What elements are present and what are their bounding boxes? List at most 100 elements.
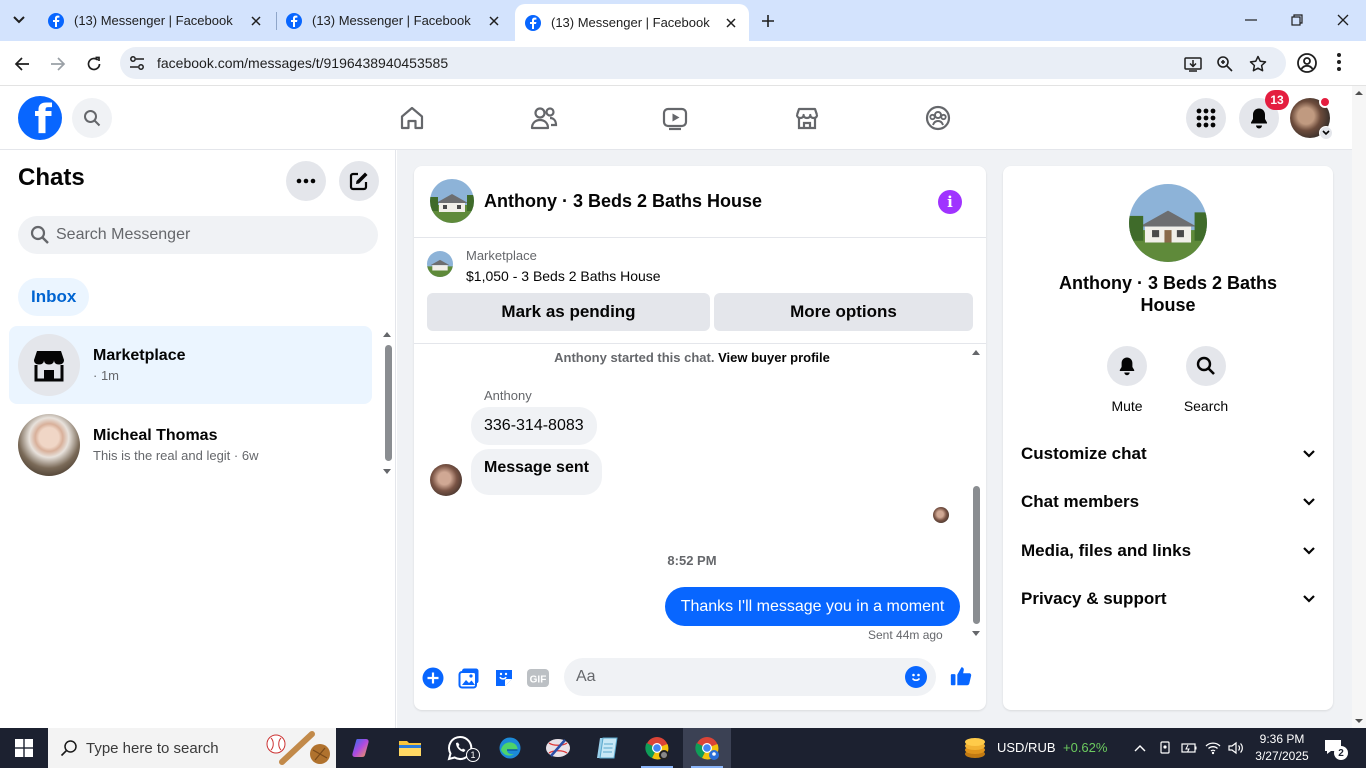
battery-plug-icon[interactable] <box>1181 740 1197 756</box>
new-tab-button[interactable] <box>756 9 780 33</box>
message-bubble-incoming[interactable]: Message sent <box>471 449 602 495</box>
gif-icon[interactable]: GIF <box>526 666 550 690</box>
facebook-logo[interactable]: f <box>18 96 62 140</box>
account-status-dot <box>1319 96 1331 108</box>
chats-heading: Chats <box>18 164 85 191</box>
nav-friends[interactable] <box>528 102 560 134</box>
bookmark-star-icon[interactable] <box>1248 54 1268 74</box>
browser-tab-2[interactable]: (13) Messenger | Facebook <box>276 0 512 41</box>
close-icon[interactable] <box>248 13 264 29</box>
start-button[interactable] <box>0 728 48 768</box>
system-clock[interactable]: 9:36 PM 3/27/2025 <box>1254 731 1310 765</box>
search-action[interactable]: Search <box>1176 346 1236 414</box>
message-bubble-outgoing[interactable]: Thanks I'll message you in a moment <box>665 587 960 626</box>
message-bubble-incoming[interactable]: 336-314-8083 <box>471 407 597 445</box>
site-settings-icon[interactable] <box>128 54 146 72</box>
taskbar-chrome[interactable] <box>633 728 681 768</box>
browser-menu-button[interactable] <box>1336 52 1342 72</box>
sender-avatar[interactable] <box>430 464 462 496</box>
minimize-button[interactable] <box>1228 0 1274 40</box>
chevron-down-icon <box>1303 498 1315 506</box>
taskbar-chrome-profile-2[interactable] <box>683 728 731 768</box>
wifi-icon[interactable] <box>1205 740 1221 756</box>
scroll-up-arrow-icon <box>1355 91 1363 95</box>
chat-list-scroll-thumb[interactable] <box>385 345 392 461</box>
view-buyer-profile-link[interactable]: View buyer profile <box>718 350 830 365</box>
taskbar-search-input[interactable] <box>86 728 266 768</box>
nav-video[interactable] <box>659 102 691 134</box>
forward-button[interactable] <box>45 51 71 77</box>
browser-tab-1[interactable]: (13) Messenger | Facebook <box>38 0 274 41</box>
customize-chat-section[interactable]: Customize chat <box>1021 434 1315 474</box>
taskbar-app-notes[interactable] <box>583 728 631 768</box>
scroll-down-arrow-icon[interactable] <box>971 630 981 638</box>
mute-action[interactable]: Mute <box>1097 346 1157 414</box>
scroll-up-arrow-icon[interactable] <box>971 348 981 356</box>
chat-started-notice: Anthony started this chat. View buyer pr… <box>414 350 970 365</box>
menu-grid-button[interactable] <box>1186 98 1226 138</box>
stock-coins-icon[interactable] <box>962 736 988 760</box>
sticker-icon[interactable] <box>492 666 516 690</box>
conversation-preview: This is the real and legit · 6w <box>93 448 259 463</box>
back-button[interactable] <box>9 51 35 77</box>
read-receipt-avatar <box>933 507 949 523</box>
account-menu-chevron[interactable] <box>1319 126 1333 140</box>
close-icon[interactable] <box>486 13 502 29</box>
browser-tab-3-active[interactable]: (13) Messenger | Facebook <box>515 4 749 41</box>
listing-thumbnail[interactable] <box>427 251 453 277</box>
page-scrollbar[interactable] <box>1352 86 1366 728</box>
clock-time: 9:36 PM <box>1259 732 1305 746</box>
more-actions-plus-icon[interactable] <box>421 666 445 690</box>
listing-avatar[interactable] <box>430 179 474 223</box>
conversation-item-micheal-thomas[interactable]: Micheal Thomas This is the real and legi… <box>9 406 372 484</box>
close-icon[interactable] <box>723 15 739 31</box>
privacy-support-section[interactable]: Privacy & support <box>1021 579 1315 619</box>
close-window-button[interactable] <box>1320 0 1366 40</box>
reload-button[interactable] <box>81 51 107 77</box>
sent-status: Sent 44m ago <box>868 628 943 642</box>
messenger-search-input[interactable] <box>56 216 366 254</box>
conversation-panel: Anthony · 3 Beds 2 Baths House i Marketp… <box>414 166 986 710</box>
nav-groups[interactable] <box>922 102 954 134</box>
mark-as-pending-button[interactable]: Mark as pending <box>427 293 710 331</box>
meet-now-icon[interactable] <box>1157 740 1173 756</box>
marketplace-avatar <box>18 334 80 396</box>
volume-icon[interactable] <box>1228 740 1244 756</box>
listing-profile-photo[interactable] <box>1129 184 1207 262</box>
new-message-button[interactable] <box>339 161 379 201</box>
windows-taskbar: 1 USD/RUB +0.62% 9:36 PM 3/27/2025 2 <box>0 728 1366 768</box>
facebook-search-button[interactable] <box>72 98 112 138</box>
emoji-icon[interactable] <box>905 666 927 688</box>
taskbar-edge[interactable] <box>486 728 534 768</box>
browser-profile-button[interactable] <box>1296 52 1318 74</box>
taskbar-file-explorer[interactable] <box>386 728 434 768</box>
attach-photo-icon[interactable] <box>457 666 481 690</box>
media-files-links-section[interactable]: Media, files and links <box>1021 531 1315 571</box>
restore-button[interactable] <box>1274 0 1320 40</box>
conversation-item-marketplace[interactable]: Marketplace · 1m <box>9 326 372 404</box>
zoom-icon[interactable] <box>1215 54 1235 74</box>
ticker-change: +0.62% <box>1063 740 1108 755</box>
listing-title[interactable]: $1,050 - 3 Beds 2 Baths House <box>466 268 661 284</box>
more-options-button[interactable]: More options <box>714 293 973 331</box>
nav-marketplace[interactable] <box>791 102 823 134</box>
nav-home[interactable] <box>396 102 428 134</box>
ticker-symbol[interactable]: USD/RUB <box>997 740 1056 755</box>
taskbar-app-baseball[interactable] <box>534 728 582 768</box>
chat-members-section[interactable]: Chat members <box>1021 482 1315 522</box>
taskbar-copilot[interactable] <box>338 728 386 768</box>
message-input[interactable] <box>576 658 896 696</box>
address-bar[interactable]: facebook.com/messages/t/9196438940453585 <box>120 47 1286 79</box>
info-icon[interactable]: i <box>938 190 962 214</box>
install-app-icon[interactable] <box>1183 54 1203 74</box>
mute-button[interactable] <box>1107 346 1147 386</box>
marketplace-listing-bar: Marketplace $1,050 - 3 Beds 2 Baths Hous… <box>414 238 986 344</box>
show-hidden-icons-chevron[interactable] <box>1132 740 1148 756</box>
inbox-tab[interactable]: Inbox <box>18 278 90 316</box>
like-thumbs-up-icon[interactable] <box>949 664 973 688</box>
search-in-conversation-button[interactable] <box>1186 346 1226 386</box>
messages-scroll-thumb[interactable] <box>973 486 980 624</box>
chat-options-button[interactable] <box>286 161 326 201</box>
taskbar-whatsapp[interactable]: 1 <box>436 728 484 768</box>
tab-search-button[interactable] <box>6 8 32 32</box>
